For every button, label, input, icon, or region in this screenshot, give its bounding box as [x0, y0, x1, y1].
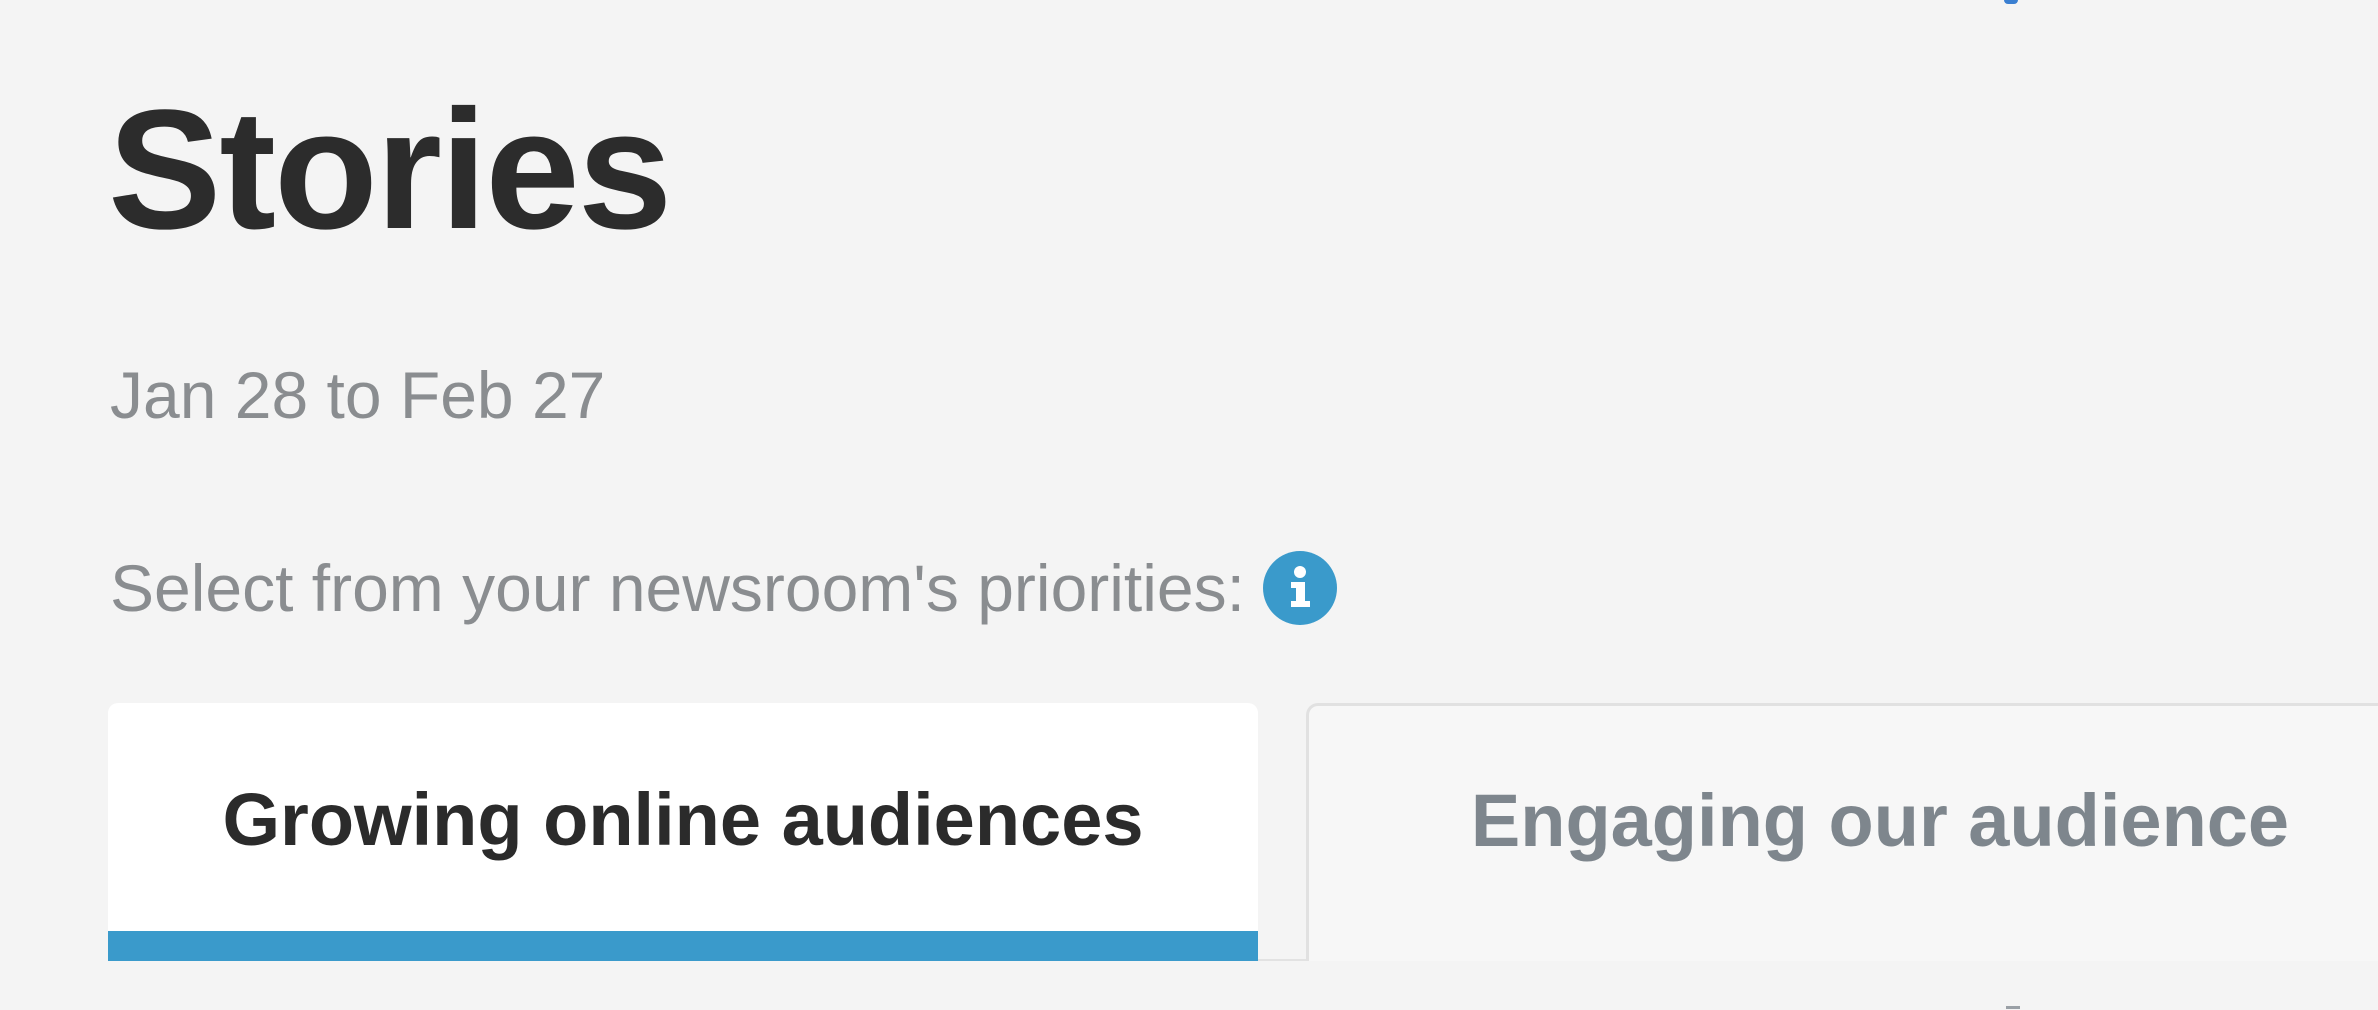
date-range: Jan 28 to Feb 27	[110, 358, 606, 432]
priority-tabs: Growing online audiences Engaging our au…	[108, 703, 2378, 963]
tab-growing-online-audiences[interactable]: Growing online audiences	[108, 703, 1258, 961]
tab-engaging-our-audience[interactable]: Engaging our audience	[1306, 703, 2378, 961]
tab-label: Growing online audiences	[222, 777, 1144, 861]
info-glyph	[1290, 566, 1310, 607]
priorities-row: Select from your newsroom's priorities:	[110, 540, 1337, 636]
info-icon[interactable]	[1262, 551, 1337, 625]
partial-icon-edge-bottom	[2006, 1006, 2020, 1009]
partial-icon-edge	[2004, 0, 2018, 4]
priorities-label: Select from your newsroom's priorities:	[110, 551, 1245, 625]
tab-label: Engaging our audience	[1470, 779, 2290, 862]
stories-page: Stories Jan 28 to Feb 27 Select from you…	[0, 0, 2378, 1010]
page-title: Stories	[108, 75, 672, 265]
